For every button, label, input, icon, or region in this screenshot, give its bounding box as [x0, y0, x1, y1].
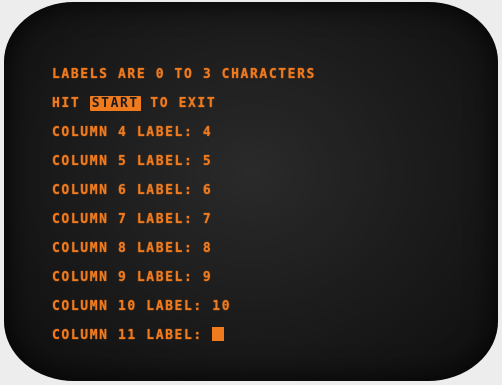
label-row: COLUMN 9 LABEL: 9: [52, 263, 316, 292]
label-row: COLUMN 5 LABEL: 5: [52, 147, 316, 176]
exit-hint-suffix: TO EXIT: [140, 96, 217, 111]
start-key-label: START: [89, 96, 141, 111]
label-prompt: COLUMN 9 LABEL:: [52, 270, 203, 285]
label-value: 5: [202, 154, 213, 169]
label-row: COLUMN 8 LABEL: 8: [52, 234, 316, 263]
label-prompt: COLUMN 7 LABEL:: [52, 212, 203, 227]
terminal-output: LABELS ARE 0 TO 3 CHARACTERS HIT START T…: [52, 60, 316, 350]
label-prompt: COLUMN 6 LABEL:: [52, 183, 203, 198]
crt-screen: LABELS ARE 0 TO 3 CHARACTERS HIT START T…: [4, 2, 498, 381]
exit-hint-prefix: HIT: [52, 96, 90, 111]
label-row: COLUMN 10 LABEL: 10: [52, 292, 316, 321]
label-value: 6: [202, 183, 213, 198]
instructions-text: LABELS ARE 0 TO 3 CHARACTERS: [52, 67, 316, 82]
label-prompt: COLUMN 5 LABEL:: [52, 154, 203, 169]
label-row: COLUMN 4 LABEL: 4: [52, 118, 316, 147]
label-row: COLUMN 7 LABEL: 7: [52, 205, 316, 234]
label-value: 4: [202, 125, 213, 140]
instructions-line: LABELS ARE 0 TO 3 CHARACTERS: [52, 60, 316, 89]
label-value: 10: [212, 299, 232, 314]
label-value: 7: [202, 212, 213, 227]
exit-hint-line: HIT START TO EXIT: [52, 89, 316, 118]
label-row: COLUMN 6 LABEL: 6: [52, 176, 316, 205]
label-prompt: COLUMN 10 LABEL:: [52, 299, 213, 314]
label-prompt: COLUMN 11 LABEL:: [52, 328, 213, 343]
label-value: 9: [202, 270, 213, 285]
label-value: 8: [202, 241, 213, 256]
active-input-row[interactable]: COLUMN 11 LABEL:: [52, 321, 316, 350]
label-prompt: COLUMN 4 LABEL:: [52, 125, 203, 140]
label-prompt: COLUMN 8 LABEL:: [52, 241, 203, 256]
text-cursor[interactable]: [212, 327, 225, 341]
